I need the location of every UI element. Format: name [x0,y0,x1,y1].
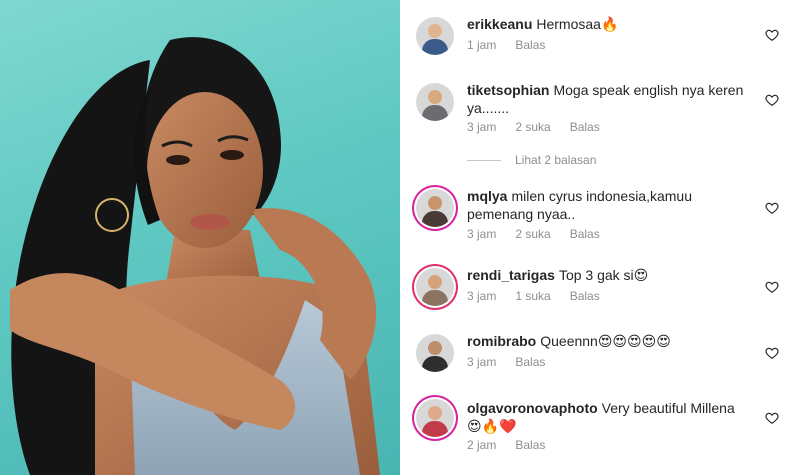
reply-button[interactable]: Balas [570,120,600,134]
comment-text: Hermosaa🔥 [536,16,619,32]
view-replies-button[interactable]: Lihat 2 balasan [467,153,596,167]
comment-time: 3 jam [467,355,497,369]
comment-time: 3 jam [467,289,497,303]
avatar[interactable] [416,399,454,437]
like-heart-icon[interactable] [765,411,779,425]
comment-likes[interactable]: 2 suka [515,227,550,241]
comment-text: Queennn😍😍😍😍😍 [540,333,671,349]
post-photo [0,0,400,475]
reply-button[interactable]: Balas [570,227,600,241]
like-heart-icon[interactable] [765,28,779,42]
avatar[interactable] [416,268,454,306]
avatar[interactable] [416,17,454,55]
comment-likes[interactable]: 2 suka [515,120,550,134]
comment-username[interactable]: romibrabo [467,333,536,349]
divider [467,159,501,161]
reply-button[interactable]: Balas [515,438,545,452]
avatar[interactable] [416,334,454,372]
comment-text: Top 3 gak si😍 [558,267,649,283]
reply-button[interactable]: Balas [570,289,600,303]
comment-likes[interactable]: 1 suka [515,289,550,303]
comment-username[interactable]: erikkeanu [467,16,532,32]
comment-username[interactable]: tiketsophian [467,82,549,98]
comment-username[interactable]: mqlya [467,188,507,204]
like-heart-icon[interactable] [765,93,779,107]
reply-button[interactable]: Balas [515,355,545,369]
like-heart-icon[interactable] [765,201,779,215]
avatar[interactable] [416,83,454,121]
comments-panel: erikkeanu Hermosaa🔥 1 jam Balas tiketsophi… [400,0,800,475]
like-heart-icon[interactable] [765,280,779,294]
comment-time: 3 jam [467,227,497,241]
view-replies-label: Lihat 2 balasan [515,153,597,167]
comment-username[interactable]: rendi_tarigas [467,267,555,283]
post-image [10,37,380,475]
comment-time: 2 jam [467,438,497,452]
comment-time: 1 jam [467,38,497,52]
comment-time: 3 jam [467,120,497,134]
avatar[interactable] [416,189,454,227]
like-heart-icon[interactable] [765,346,779,360]
comment-username[interactable]: olgavoronovaphoto [467,400,598,416]
reply-button[interactable]: Balas [515,38,545,52]
